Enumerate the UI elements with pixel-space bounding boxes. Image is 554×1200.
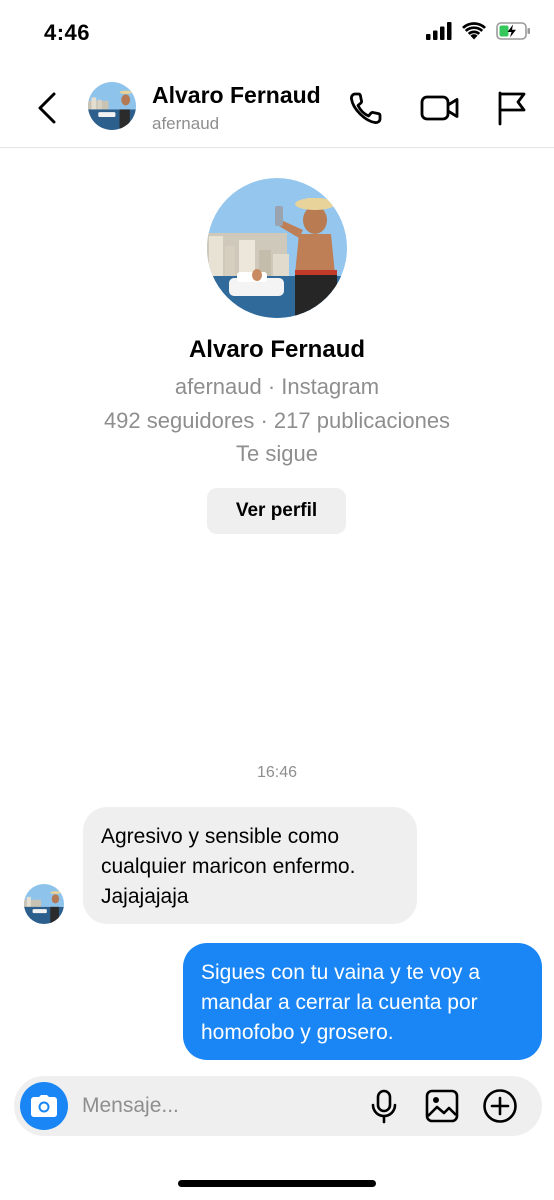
message-line: Agresivo y sensible como xyxy=(101,825,340,848)
microphone-icon[interactable] xyxy=(366,1088,402,1124)
profile-name: Alvaro Fernaud xyxy=(188,336,366,363)
camera-button[interactable] xyxy=(20,1082,68,1130)
message-line: mandar a cerrar la cuenta por xyxy=(201,991,478,1014)
add-icon[interactable] xyxy=(482,1088,518,1124)
header-avatar[interactable] xyxy=(88,82,136,130)
status-icons xyxy=(426,22,532,40)
view-profile-button[interactable]: Ver perfil xyxy=(207,488,346,534)
profile-source: afernaud · Instagram xyxy=(174,374,380,399)
status-bar: 4:46 xyxy=(0,0,554,68)
message-line: Sigues con tu vaina y te voy a xyxy=(201,961,480,984)
gallery-icon[interactable] xyxy=(424,1088,460,1124)
message-timestamp: 16:46 xyxy=(256,764,298,781)
message-line: homofobo y grosero. xyxy=(201,1021,394,1044)
phone-icon[interactable] xyxy=(346,88,386,128)
message-line: Jajajajaja xyxy=(101,885,189,908)
battery-charging-icon xyxy=(496,22,530,40)
camera-icon xyxy=(31,1095,57,1117)
wifi-icon xyxy=(462,22,486,40)
cellular-signal-icon xyxy=(426,22,452,40)
chevron-left-icon[interactable] xyxy=(30,88,64,128)
chat-header: Alvaro Fernaud afernaud xyxy=(0,68,554,148)
header-username: afernaud xyxy=(152,114,220,133)
message-line: cualquier maricon enfermo. xyxy=(101,855,356,878)
video-icon[interactable] xyxy=(420,88,460,128)
flag-icon[interactable] xyxy=(492,88,532,128)
home-indicator[interactable] xyxy=(178,1180,376,1187)
outgoing-message-bubble[interactable]: Sigues con tu vaina y te voy a mandar a … xyxy=(183,943,542,1060)
follow-status: Te sigue xyxy=(236,441,318,466)
incoming-message-bubble[interactable]: Agresivo y sensible como cualquier maric… xyxy=(83,807,417,924)
header-contact-name[interactable]: Alvaro Fernaud xyxy=(152,82,321,109)
profile-avatar[interactable] xyxy=(207,178,347,318)
message-input[interactable] xyxy=(82,1090,342,1122)
sender-avatar[interactable] xyxy=(24,884,64,924)
message-composer xyxy=(14,1076,542,1136)
status-time: 4:46 xyxy=(44,20,91,45)
profile-stats: 492 seguidores · 217 publicaciones xyxy=(103,408,451,433)
